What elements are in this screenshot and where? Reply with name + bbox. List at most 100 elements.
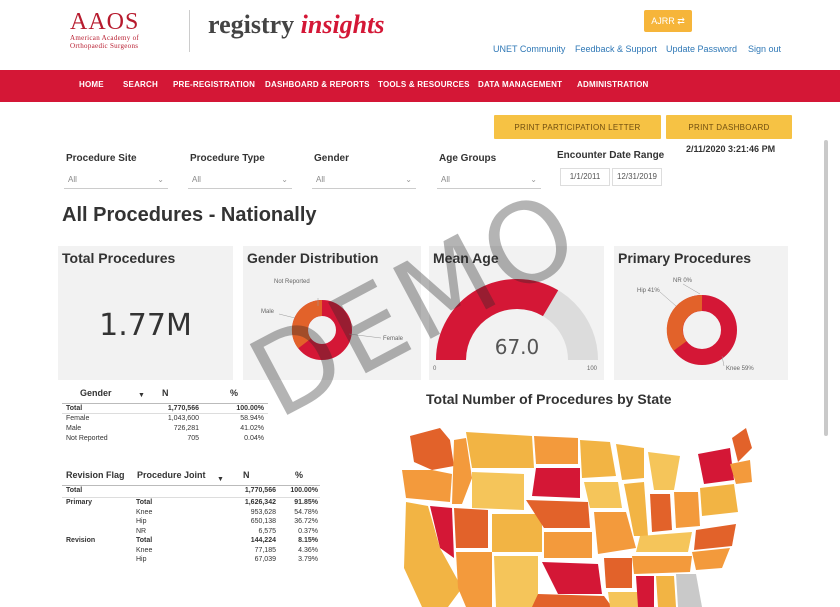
state-utah[interactable] [454, 508, 488, 548]
sort-icon[interactable]: ▼ [217, 476, 224, 483]
age-groups-select[interactable]: All ⌄ [437, 171, 541, 189]
sort-icon[interactable]: ▼ [138, 392, 145, 399]
state-new-england[interactable] [730, 460, 752, 484]
nav-administration[interactable]: ADMINISTRATION [577, 80, 649, 89]
nav-data-management[interactable]: DATA MANAGEMENT [478, 80, 562, 89]
state-new-york[interactable] [698, 448, 734, 484]
nav-tools-resources[interactable]: TOOLS & RESOURCES [378, 80, 470, 89]
state-ohio[interactable] [674, 492, 700, 528]
table-cell: 8.15% [298, 537, 318, 544]
unet-community-link[interactable]: UNET Community [493, 44, 565, 54]
nav-home[interactable]: HOME [79, 80, 104, 89]
registry-insights-logo[interactable]: registry insights [208, 10, 384, 40]
state-minnesota[interactable] [580, 440, 616, 478]
state-oklahoma[interactable] [542, 562, 602, 594]
state-south-dakota[interactable] [532, 468, 580, 498]
state-wisconsin[interactable] [616, 444, 644, 480]
label-male: Male [261, 309, 275, 315]
state-mississippi[interactable] [636, 576, 654, 607]
nav-pre-registration[interactable]: PRE-REGISTRATION [173, 80, 255, 89]
state-washington[interactable] [410, 428, 454, 470]
table-row[interactable]: Not Reported 705 0.04% [62, 434, 268, 444]
state-wyoming[interactable] [472, 472, 524, 510]
sign-out-link[interactable]: Sign out [748, 44, 781, 54]
gender-distribution-card: Gender Distribution Not Reported Male Fe… [243, 246, 421, 380]
col-pct[interactable]: % [295, 470, 303, 480]
col-gender[interactable]: Gender [80, 388, 112, 398]
table-cell: 41.02% [240, 425, 264, 432]
update-password-link[interactable]: Update Password [666, 44, 737, 54]
state-louisiana[interactable] [608, 592, 642, 607]
state-arizona[interactable] [456, 552, 492, 607]
chevron-down-icon: ⌄ [157, 175, 164, 184]
encounter-date-range-label: Encounter Date Range [557, 150, 665, 161]
table-row[interactable]: Female 1,043,600 58.94% [62, 414, 268, 424]
state-north-dakota[interactable] [534, 436, 578, 464]
state-iowa[interactable] [584, 482, 622, 508]
col-pct[interactable]: % [230, 388, 238, 398]
state-alabama[interactable] [656, 576, 676, 607]
mean-age-card: Mean Age 67.0 0 100 [429, 246, 604, 380]
nav-dashboard-reports[interactable]: DASHBOARD & REPORTS [265, 80, 370, 89]
col-n[interactable]: N [243, 470, 250, 480]
table-cell: Knee [136, 508, 153, 516]
ajrr-switch-button[interactable]: AJRR ⇄ [644, 10, 692, 32]
state-tennessee[interactable] [632, 556, 692, 574]
leader-line [348, 333, 382, 339]
donut-hip-slice[interactable] [666, 294, 703, 351]
state-missouri[interactable] [594, 512, 636, 554]
feedback-support-link[interactable]: Feedback & Support [575, 44, 657, 54]
state-virginia[interactable] [694, 524, 736, 550]
print-dashboard-button[interactable]: PRINT DASHBOARD [666, 115, 792, 139]
state-pennsylvania[interactable] [700, 484, 738, 516]
state-north-carolina[interactable] [692, 548, 730, 570]
table-cell: 1,626,342 [244, 499, 276, 506]
table-cell: 3.79% [298, 556, 318, 563]
us-state-map[interactable] [392, 418, 752, 607]
table-cell: 144,224 [250, 537, 276, 544]
page-title: All Procedures - Nationally [62, 204, 317, 226]
mean-age-gauge[interactable]: 67.0 0 100 [429, 246, 604, 380]
table-row[interactable]: Hip 67,039 3.79% [62, 555, 320, 565]
donut-male-slice[interactable] [291, 299, 323, 349]
col-n[interactable]: N [162, 388, 169, 398]
state-montana[interactable] [466, 432, 534, 468]
table-row[interactable]: Revision Total 144,224 8.15% [62, 536, 320, 546]
table-cell: NR [136, 527, 147, 535]
print-participation-letter-button[interactable]: PRINT PARTICIPATION LETTER [494, 115, 661, 139]
procedure-site-select[interactable]: All ⌄ [64, 171, 168, 189]
state-georgia[interactable] [676, 574, 702, 607]
table-cell: 91.85% [294, 499, 318, 506]
table-row[interactable]: Knee 77,185 4.36% [62, 546, 320, 556]
filter-label-age-groups: Age Groups [439, 153, 497, 164]
state-colorado[interactable] [492, 514, 542, 552]
table-row[interactable]: Male 726,281 41.02% [62, 424, 268, 434]
date-from-input[interactable]: 1/1/2011 [560, 168, 610, 186]
app-name-2: insights [300, 10, 385, 39]
table-row[interactable]: NR 6,575 0.37% [62, 527, 320, 537]
table-row[interactable]: Primary Total 1,626,342 91.85% [62, 498, 320, 508]
state-arkansas[interactable] [604, 558, 632, 588]
gender-select[interactable]: All ⌄ [312, 171, 416, 189]
aaos-logo-sub-1: American Academy of [70, 34, 140, 42]
col-revision-flag[interactable]: Revision Flag [66, 470, 125, 480]
date-to-input[interactable]: 12/31/2019 [612, 168, 662, 186]
primary-donut-chart[interactable]: NR 0% Hip 41% Knee 59% [614, 246, 788, 380]
gender-table-body: Total 1,770,566 100.00% Female 1,043,600 58.9… [62, 404, 268, 444]
table-row[interactable]: Total 1,770,566 100.00% [62, 486, 320, 498]
state-michigan[interactable] [648, 452, 680, 490]
state-new-mexico[interactable] [494, 556, 538, 607]
gender-donut-chart[interactable]: Not Reported Male Female [243, 246, 421, 380]
state-indiana[interactable] [650, 494, 672, 532]
procedure-type-select[interactable]: All ⌄ [188, 171, 292, 189]
state-maine[interactable] [732, 428, 752, 462]
table-row[interactable]: Total 1,770,566 100.00% [62, 404, 268, 414]
state-kansas[interactable] [544, 532, 592, 558]
scrollbar[interactable] [824, 140, 828, 436]
state-texas[interactable] [532, 594, 612, 607]
state-oregon[interactable] [402, 470, 452, 502]
table-row[interactable]: Knee 953,628 54.78% [62, 508, 320, 518]
nav-search[interactable]: SEARCH [123, 80, 158, 89]
table-row[interactable]: Hip 650,138 36.72% [62, 517, 320, 527]
col-procedure-joint[interactable]: Procedure Joint [137, 470, 206, 480]
